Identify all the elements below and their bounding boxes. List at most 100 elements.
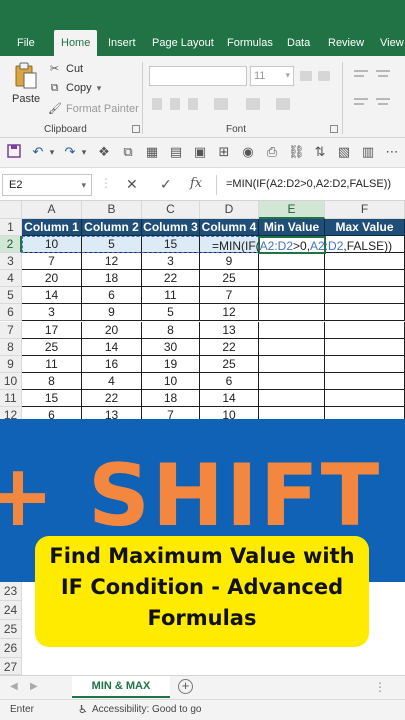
next-sheet-icon[interactable]: ▶ bbox=[30, 681, 38, 692]
freeze-icon[interactable]: ▧ bbox=[336, 144, 352, 160]
format-icon[interactable]: ▣ bbox=[192, 144, 208, 160]
font-name-box[interactable] bbox=[149, 66, 247, 86]
cell-a4[interactable]: 20 bbox=[22, 270, 82, 288]
column-header-f[interactable]: F bbox=[325, 201, 405, 219]
cell-d6[interactable]: 12 bbox=[200, 304, 259, 322]
save-icon[interactable] bbox=[6, 144, 22, 160]
cell-e9[interactable] bbox=[259, 355, 325, 373]
cell-f7[interactable] bbox=[325, 321, 405, 339]
insert-function-icon[interactable]: fx bbox=[190, 176, 202, 191]
table-icon[interactable]: ▦ bbox=[144, 144, 160, 160]
cell-a9[interactable]: 11 bbox=[22, 355, 82, 373]
cell-a8[interactable]: 25 bbox=[22, 338, 82, 356]
row-header-6[interactable]: 6 bbox=[0, 304, 22, 322]
cell-f6[interactable] bbox=[325, 304, 405, 322]
row-header-11[interactable]: 11 bbox=[0, 389, 22, 407]
tab-page-layout[interactable]: Page Layout bbox=[152, 36, 214, 56]
row-header-9[interactable]: 9 bbox=[0, 355, 22, 373]
cell-a6[interactable]: 3 bbox=[22, 304, 82, 322]
cell-d11[interactable]: 14 bbox=[200, 389, 259, 407]
tab-insert[interactable]: Insert bbox=[108, 36, 136, 56]
cell-f11[interactable] bbox=[325, 389, 405, 407]
previous-sheet-icon[interactable]: ◀ bbox=[10, 681, 18, 692]
cell-e4[interactable] bbox=[259, 270, 325, 288]
row-header-1[interactable]: 1 bbox=[0, 219, 22, 236]
font-size-box[interactable]: 11 ▾ bbox=[250, 66, 294, 86]
header-cell-column-3[interactable]: Column 3 bbox=[142, 219, 200, 236]
copy-icon[interactable]: ⧉ bbox=[120, 144, 136, 160]
add-sheet-icon[interactable]: + bbox=[178, 679, 193, 694]
cell-b10[interactable]: 4 bbox=[82, 372, 142, 390]
in-cell-formula-editor[interactable]: =MIN(IF(A2:D2>0,A2:D2,FALSE)) bbox=[212, 238, 392, 254]
cell-f5[interactable] bbox=[325, 287, 405, 305]
row-header-26[interactable]: 26 bbox=[0, 639, 22, 658]
row-header-10[interactable]: 10 bbox=[0, 372, 22, 390]
cell-d4[interactable]: 25 bbox=[200, 270, 259, 288]
row-header-5[interactable]: 5 bbox=[0, 287, 22, 305]
row-header-27[interactable]: 27 bbox=[0, 658, 22, 675]
dialog-launcher-icon[interactable] bbox=[330, 125, 338, 133]
cell-a3[interactable]: 7 bbox=[22, 253, 82, 271]
column-header-e[interactable]: E bbox=[259, 201, 325, 219]
header-cell-column-1[interactable]: Column 1 bbox=[22, 219, 82, 236]
cell-b11[interactable]: 22 bbox=[82, 389, 142, 407]
cell-b4[interactable]: 18 bbox=[82, 270, 142, 288]
cell-b7[interactable]: 20 bbox=[82, 321, 142, 339]
cell-d9[interactable]: 25 bbox=[200, 355, 259, 373]
select-all-corner[interactable] bbox=[0, 201, 22, 219]
cell-a5[interactable]: 14 bbox=[22, 287, 82, 305]
cell-c10[interactable]: 10 bbox=[142, 372, 200, 390]
tab-view[interactable]: View bbox=[380, 36, 404, 56]
more-options-icon[interactable]: ⋮ bbox=[374, 680, 386, 694]
grid-icon[interactable]: ▥ bbox=[360, 144, 376, 160]
cell-c8[interactable]: 30 bbox=[142, 338, 200, 356]
cell-e7[interactable] bbox=[259, 321, 325, 339]
row-header-8[interactable]: 8 bbox=[0, 338, 22, 356]
cut-button[interactable]: ✂ Cut bbox=[48, 62, 83, 75]
cell-b6[interactable]: 9 bbox=[82, 304, 142, 322]
accessibility-status[interactable]: Accessibility: Good to go bbox=[92, 704, 202, 715]
cell-b3[interactable]: 12 bbox=[82, 253, 142, 271]
filter-icon[interactable]: ⊞ bbox=[216, 144, 232, 160]
cell-a10[interactable]: 8 bbox=[22, 372, 82, 390]
sheet-tab-min-max[interactable]: MIN & MAX bbox=[72, 676, 170, 698]
cell-e3[interactable] bbox=[259, 253, 325, 271]
cell-a7[interactable]: 17 bbox=[22, 321, 82, 339]
cell-c7[interactable]: 8 bbox=[142, 321, 200, 339]
header-cell-column-2[interactable]: Column 2 bbox=[82, 219, 142, 236]
row-header-7[interactable]: 7 bbox=[0, 321, 22, 339]
row-header-23[interactable]: 23 bbox=[0, 582, 22, 601]
cell-d8[interactable]: 22 bbox=[200, 338, 259, 356]
column-header-a[interactable]: A bbox=[22, 201, 82, 219]
row-header-25[interactable]: 25 bbox=[0, 620, 22, 639]
cell-c5[interactable]: 11 bbox=[142, 287, 200, 305]
chevron-down-icon[interactable]: ▾ bbox=[44, 144, 60, 160]
chevron-down-icon[interactable]: ▾ bbox=[81, 175, 86, 195]
column-header-c[interactable]: C bbox=[142, 201, 200, 219]
cell-f10[interactable] bbox=[325, 372, 405, 390]
customize-icon[interactable]: ⋯ bbox=[384, 144, 400, 160]
camera-icon[interactable]: ◉ bbox=[240, 144, 256, 160]
link-icon[interactable]: ⛓ bbox=[288, 144, 305, 160]
column-header-d[interactable]: D bbox=[200, 201, 259, 219]
chart-icon[interactable]: ▤ bbox=[168, 144, 184, 160]
copy-button[interactable]: ⧉ Copy ▾ bbox=[48, 82, 102, 95]
formula-input[interactable]: =MIN(IF(A2:D2>0,A2:D2,FALSE)) bbox=[226, 178, 391, 190]
header-cell-min-value[interactable]: Min Value bbox=[259, 219, 325, 236]
shapes-icon[interactable]: ❖ bbox=[96, 144, 112, 160]
tab-home[interactable]: Home bbox=[54, 30, 98, 56]
paste-button[interactable]: Paste bbox=[12, 93, 40, 105]
cell-c3[interactable]: 3 bbox=[142, 253, 200, 271]
cell-e6[interactable] bbox=[259, 304, 325, 322]
cell-d5[interactable]: 7 bbox=[200, 287, 259, 305]
row-header-4[interactable]: 4 bbox=[0, 270, 22, 288]
tab-formulas[interactable]: Formulas bbox=[227, 36, 273, 56]
cell-a11[interactable]: 15 bbox=[22, 389, 82, 407]
tab-file[interactable]: File bbox=[17, 36, 35, 56]
cell-c11[interactable]: 18 bbox=[142, 389, 200, 407]
cell-f3[interactable] bbox=[325, 253, 405, 271]
cell-c9[interactable]: 19 bbox=[142, 355, 200, 373]
enter-icon[interactable]: ✓ bbox=[160, 176, 172, 193]
cell-d3[interactable]: 9 bbox=[200, 253, 259, 271]
tab-review[interactable]: Review bbox=[328, 36, 364, 56]
